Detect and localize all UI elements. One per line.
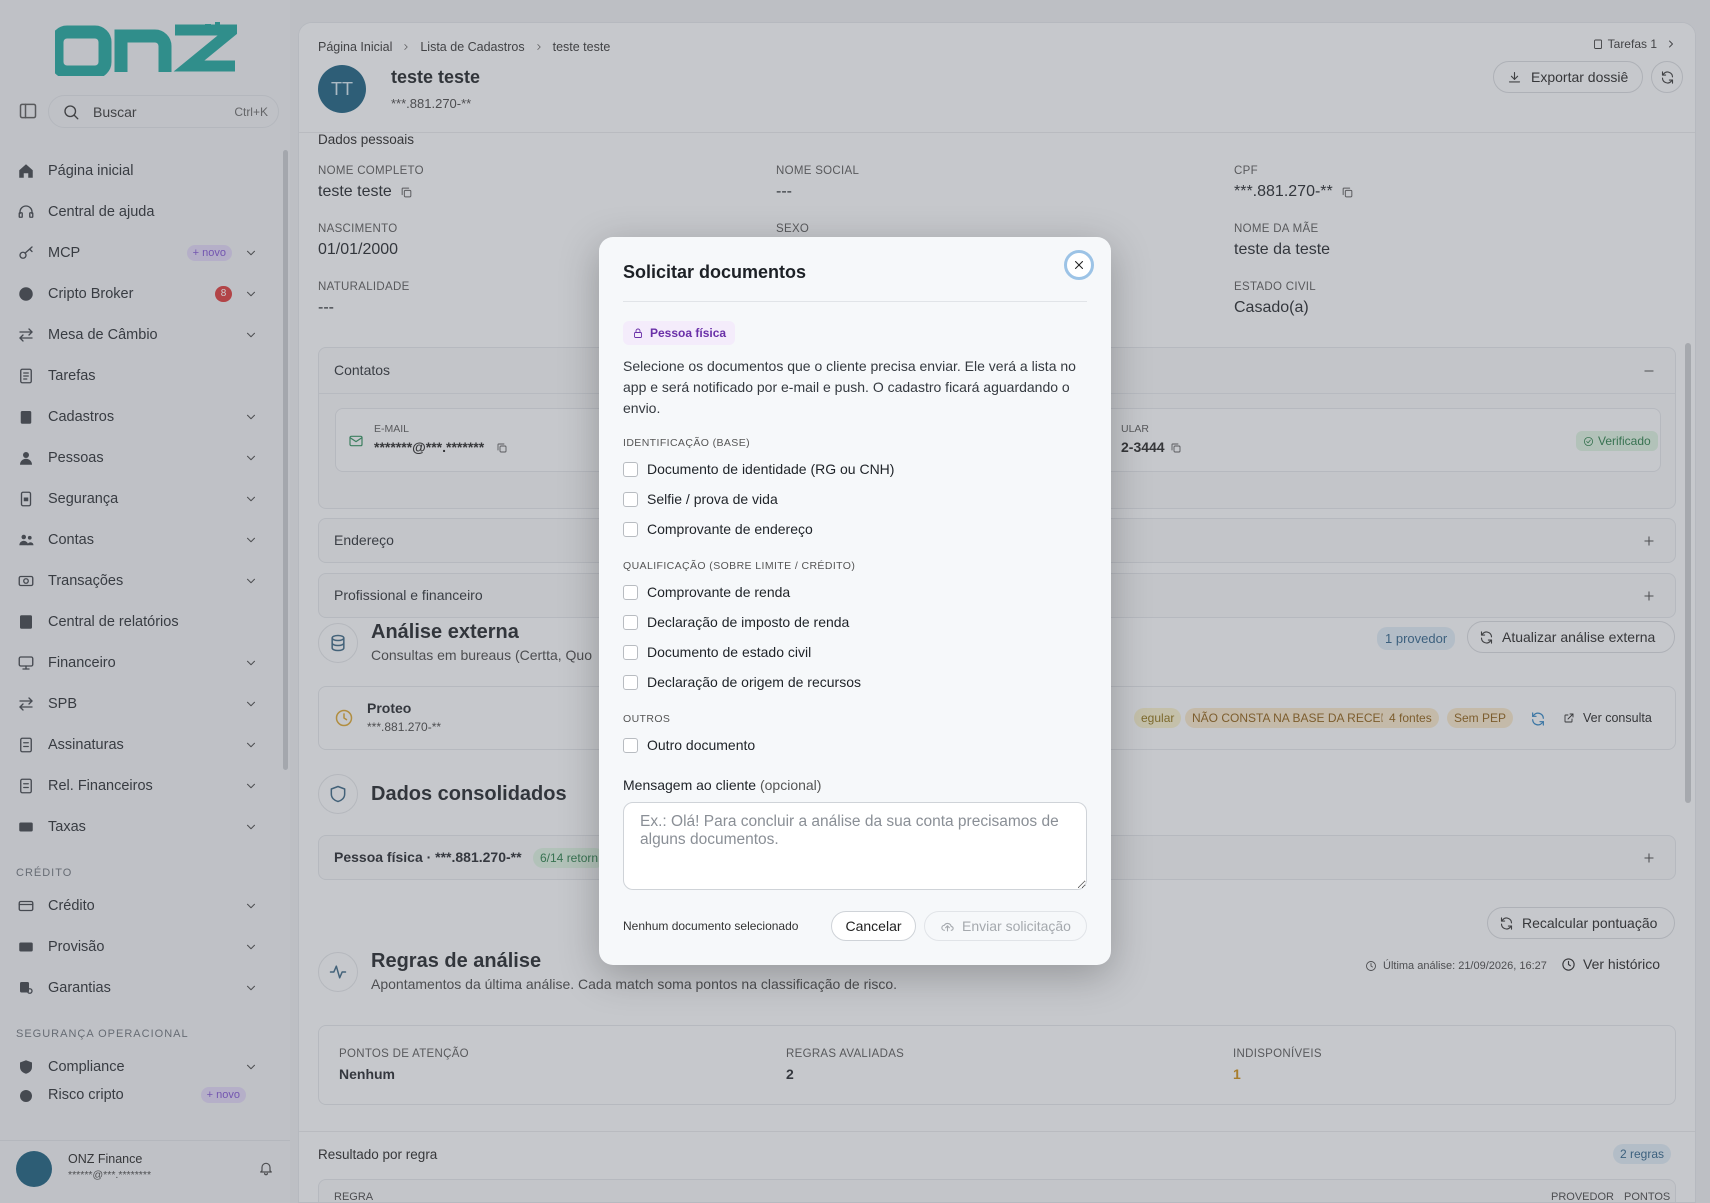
section-qualificacao: QUALIFICAÇÃO (SOBRE LIMITE / CRÉDITO) [623,560,856,572]
message-label: Mensagem ao cliente (opcional) [623,777,821,793]
checkbox[interactable] [623,461,638,477]
checkbox-label: Documento de identidade (RG ou CNH) [647,461,895,477]
checkbox[interactable] [623,737,638,753]
checkbox-civil-status-doc[interactable]: Documento de estado civil [623,644,811,660]
close-icon [1072,258,1086,272]
checkbox-proof-of-address[interactable]: Comprovante de endereço [623,521,813,537]
checkbox-other-document[interactable]: Outro documento [623,737,755,753]
send-request-label: Enviar solicitação [962,918,1071,934]
checkbox-label: Declaração de imposto de renda [647,614,850,630]
message-optional: (opcional) [759,777,822,793]
checkbox-label: Selfie / prova de vida [647,491,778,507]
checkbox-label: Comprovante de renda [647,584,791,600]
checkbox[interactable] [623,584,638,600]
checkbox[interactable] [623,674,638,690]
modal-divider [623,301,1087,302]
checkbox-selfie[interactable]: Selfie / prova de vida [623,491,778,507]
checkbox[interactable] [623,644,638,660]
lock-icon [632,327,644,339]
section-outros: OUTROS [623,713,671,725]
upload-cloud-icon [940,919,955,934]
message-textarea[interactable] [623,802,1087,890]
selection-status: Nenhum documento selecionado [623,919,799,933]
request-documents-modal: Solicitar documentos Pessoa física Selec… [599,237,1111,965]
checkbox-label: Comprovante de endereço [647,521,813,537]
section-identificacao: IDENTIFICAÇÃO (BASE) [623,437,751,449]
modal-title: Solicitar documentos [623,262,807,282]
checkbox[interactable] [623,614,638,630]
person-type-label: Pessoa física [650,326,727,340]
modal-description: Selecione os documentos que o cliente pr… [623,358,1076,416]
send-request-button[interactable]: Enviar solicitação [924,911,1087,941]
cancel-button[interactable]: Cancelar [831,911,916,941]
checkbox-identity-document[interactable]: Documento de identidade (RG ou CNH) [623,461,894,477]
checkbox-source-of-funds[interactable]: Declaração de origem de recursos [623,674,861,690]
message-label-text: Mensagem ao cliente [623,777,757,793]
checkbox[interactable] [623,521,638,537]
checkbox-label: Documento de estado civil [647,644,812,660]
checkbox-label: Declaração de origem de recursos [647,674,861,690]
checkbox-proof-of-income[interactable]: Comprovante de renda [623,584,790,600]
checkbox-income-tax[interactable]: Declaração de imposto de renda [623,614,849,630]
close-button[interactable] [1064,250,1094,280]
checkbox-label: Outro documento [647,737,756,753]
checkbox[interactable] [623,491,638,507]
person-type-chip: Pessoa física [623,321,736,345]
